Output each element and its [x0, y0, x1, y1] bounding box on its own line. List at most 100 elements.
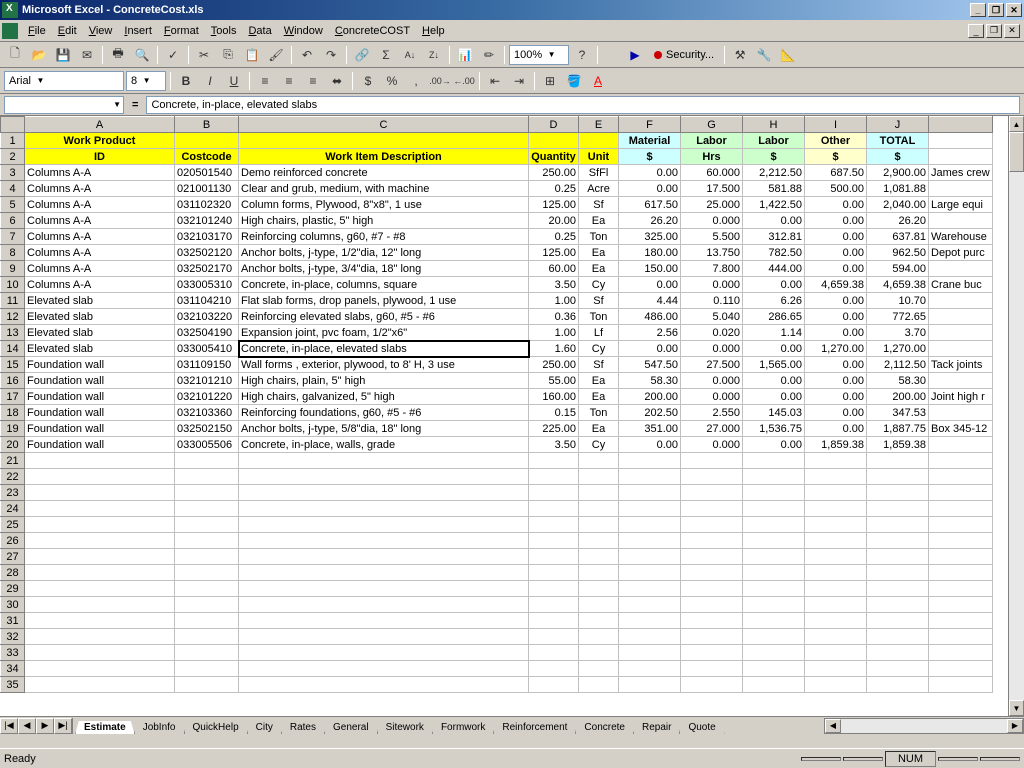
cell[interactable] — [619, 469, 681, 485]
cell[interactable]: Sf — [579, 357, 619, 373]
cell[interactable] — [929, 181, 993, 197]
cell[interactable]: Columns A-A — [25, 229, 175, 245]
cell[interactable]: 962.50 — [867, 245, 929, 261]
cell[interactable]: 145.03 — [743, 405, 805, 421]
cell[interactable] — [929, 261, 993, 277]
horizontal-scrollbar[interactable]: ◀ ▶ — [824, 718, 1024, 734]
row-header[interactable]: 25 — [1, 517, 25, 533]
cell[interactable] — [25, 597, 175, 613]
cell[interactable]: 486.00 — [619, 309, 681, 325]
cell[interactable]: 0.00 — [619, 181, 681, 197]
cell[interactable] — [743, 581, 805, 597]
cell[interactable]: ID — [25, 149, 175, 165]
row-header[interactable]: 7 — [1, 229, 25, 245]
cell[interactable] — [805, 613, 867, 629]
cell[interactable]: Labor — [681, 133, 743, 149]
cell[interactable] — [175, 533, 239, 549]
cell[interactable] — [529, 517, 579, 533]
cell[interactable] — [929, 341, 993, 357]
cell[interactable]: 6.26 — [743, 293, 805, 309]
cell[interactable] — [867, 581, 929, 597]
cell[interactable]: 0.000 — [681, 277, 743, 293]
cell[interactable]: 0.000 — [681, 341, 743, 357]
cell[interactable]: Ton — [579, 405, 619, 421]
cell[interactable]: Acre — [579, 181, 619, 197]
tab-last-button[interactable]: ▶| — [54, 718, 72, 734]
cell[interactable]: 250.00 — [529, 165, 579, 181]
cell[interactable] — [929, 517, 993, 533]
paste-button[interactable]: 📋 — [241, 44, 263, 66]
cell[interactable]: 0.15 — [529, 405, 579, 421]
cell[interactable]: 581.88 — [743, 181, 805, 197]
cell[interactable]: Wall forms , exterior, plywood, to 8' H,… — [239, 357, 529, 373]
menu-view[interactable]: View — [83, 23, 119, 39]
cell[interactable]: 125.00 — [529, 197, 579, 213]
cell[interactable] — [175, 469, 239, 485]
comma-button[interactable]: , — [405, 70, 427, 92]
cell[interactable] — [743, 645, 805, 661]
cell[interactable] — [619, 613, 681, 629]
cell[interactable] — [929, 485, 993, 501]
cell[interactable] — [743, 469, 805, 485]
cell[interactable] — [929, 213, 993, 229]
decrease-indent-button[interactable]: ⇤ — [484, 70, 506, 92]
cell[interactable] — [239, 453, 529, 469]
cell[interactable]: Columns A-A — [25, 165, 175, 181]
cell[interactable] — [239, 469, 529, 485]
cell[interactable]: 27.500 — [681, 357, 743, 373]
cell[interactable]: Foundation wall — [25, 421, 175, 437]
sheet-tab-city[interactable]: City — [247, 721, 282, 735]
cut-button[interactable]: ✂ — [193, 44, 215, 66]
scroll-down-button[interactable]: ▼ — [1009, 700, 1024, 716]
cell[interactable]: 032103360 — [175, 405, 239, 421]
cell[interactable] — [529, 613, 579, 629]
cell[interactable] — [579, 597, 619, 613]
row-header[interactable]: 30 — [1, 597, 25, 613]
cell[interactable]: 200.00 — [619, 389, 681, 405]
name-box[interactable]: ▼ — [4, 96, 124, 114]
cell[interactable] — [25, 469, 175, 485]
percent-button[interactable]: % — [381, 70, 403, 92]
cell[interactable]: 5.500 — [681, 229, 743, 245]
undo-button[interactable]: ↶ — [296, 44, 318, 66]
cell[interactable]: Large equi — [929, 197, 993, 213]
help-button[interactable]: ? — [571, 44, 593, 66]
cell[interactable] — [929, 373, 993, 389]
cell[interactable] — [867, 453, 929, 469]
cell[interactable] — [929, 565, 993, 581]
cell[interactable]: 0.00 — [805, 229, 867, 245]
cell[interactable]: 547.50 — [619, 357, 681, 373]
cell[interactable] — [619, 533, 681, 549]
cell[interactable] — [805, 661, 867, 677]
cell[interactable] — [25, 581, 175, 597]
cell[interactable]: 4.44 — [619, 293, 681, 309]
menu-window[interactable]: Window — [278, 23, 329, 39]
cell[interactable]: Reinforcing elevated slabs, g60, #5 - #6 — [239, 309, 529, 325]
cell[interactable]: 033005410 — [175, 341, 239, 357]
cell[interactable]: 687.50 — [805, 165, 867, 181]
row-header[interactable]: 35 — [1, 677, 25, 693]
cell[interactable] — [743, 533, 805, 549]
cell[interactable]: 4,659.38 — [867, 277, 929, 293]
cell[interactable] — [25, 517, 175, 533]
cell[interactable]: Ea — [579, 389, 619, 405]
row-header[interactable]: 16 — [1, 373, 25, 389]
cell[interactable] — [867, 565, 929, 581]
cell[interactable]: 0.00 — [805, 245, 867, 261]
cell[interactable]: Demo reinforced concrete — [239, 165, 529, 181]
redo-button[interactable]: ↷ — [320, 44, 342, 66]
cell[interactable] — [805, 517, 867, 533]
cell[interactable]: 1,422.50 — [743, 197, 805, 213]
row-header[interactable]: 26 — [1, 533, 25, 549]
column-header[interactable]: G — [681, 117, 743, 133]
cell[interactable] — [929, 613, 993, 629]
select-all-corner[interactable] — [1, 117, 25, 133]
cell[interactable] — [929, 405, 993, 421]
cell[interactable] — [239, 677, 529, 693]
restore-button[interactable]: ❐ — [988, 3, 1004, 17]
fill-color-button[interactable]: 🪣 — [563, 70, 585, 92]
cell[interactable]: 58.30 — [867, 373, 929, 389]
cell[interactable]: Lf — [579, 325, 619, 341]
cell[interactable]: Columns A-A — [25, 213, 175, 229]
row-header[interactable]: 3 — [1, 165, 25, 181]
